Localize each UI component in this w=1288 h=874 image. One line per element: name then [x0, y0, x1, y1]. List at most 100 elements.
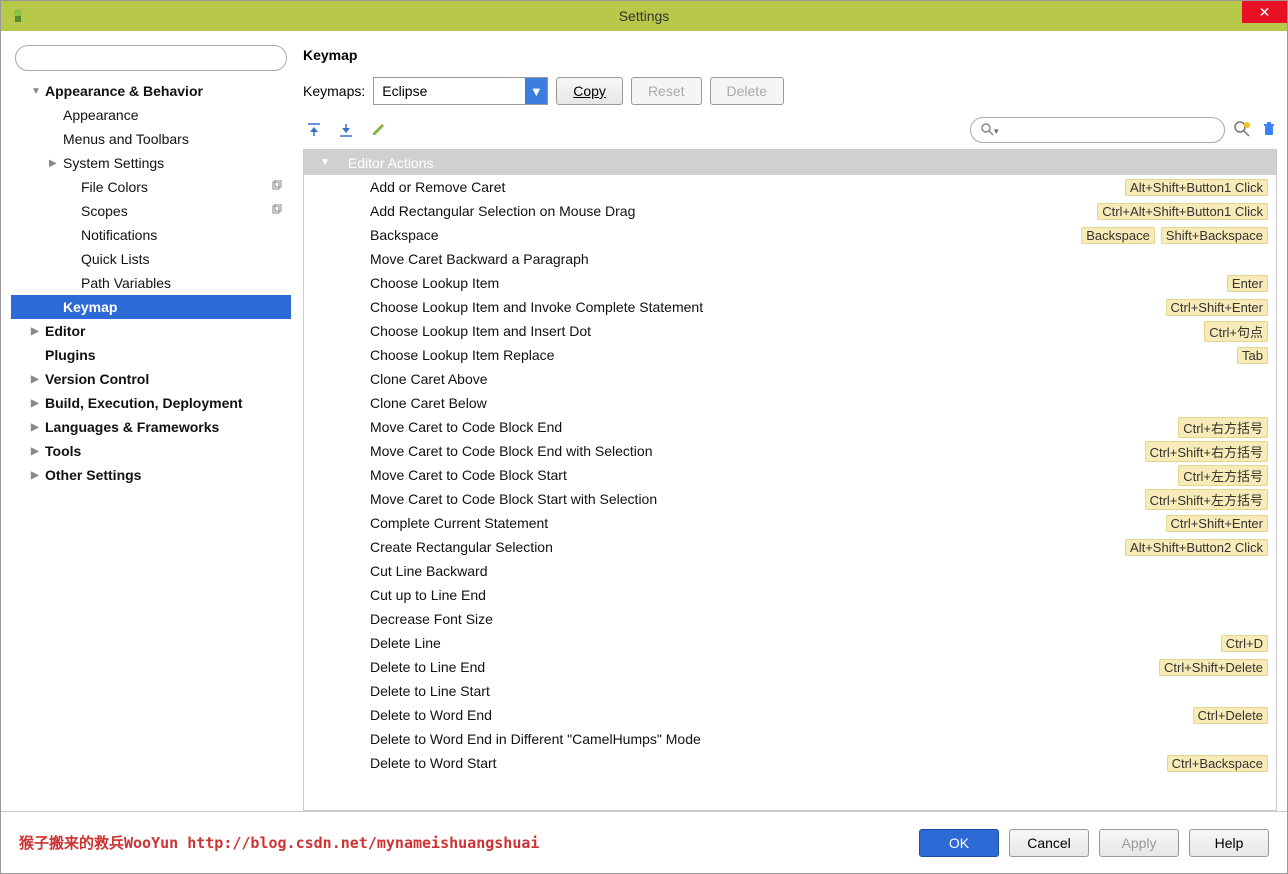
action-label: Delete to Word End: [370, 707, 1193, 723]
collapse-all-icon[interactable]: [337, 121, 355, 139]
action-row[interactable]: Complete Current StatementCtrl+Shift+Ent…: [304, 511, 1276, 535]
shortcut-list: Alt+Shift+Button2 Click: [1125, 539, 1268, 556]
action-row[interactable]: Clone Caret Below: [304, 391, 1276, 415]
settings-tree-panel: ▼Appearance & BehaviorAppearanceMenus an…: [11, 41, 291, 811]
action-row[interactable]: Decrease Font Size: [304, 607, 1276, 631]
shortcut-badge: Tab: [1237, 347, 1268, 364]
sidebar-item[interactable]: Plugins: [11, 343, 291, 367]
action-row[interactable]: Move Caret to Code Block Start with Sele…: [304, 487, 1276, 511]
expand-all-icon[interactable]: [305, 121, 323, 139]
sidebar-item-label: Other Settings: [45, 467, 141, 483]
action-row[interactable]: Delete to Word EndCtrl+Delete: [304, 703, 1276, 727]
shortcut-badge: Backspace: [1081, 227, 1155, 244]
search-icon: [980, 122, 994, 139]
find-by-shortcut-icon[interactable]: [1233, 120, 1251, 141]
project-icon: [271, 204, 283, 219]
action-row[interactable]: Delete to Line EndCtrl+Shift+Delete: [304, 655, 1276, 679]
sidebar-item[interactable]: ▶Other Settings: [11, 463, 291, 487]
sidebar-item[interactable]: Scopes: [11, 199, 291, 223]
shortcut-list: BackspaceShift+Backspace: [1081, 227, 1268, 244]
action-row[interactable]: BackspaceBackspaceShift+Backspace: [304, 223, 1276, 247]
action-label: Backspace: [370, 227, 1081, 243]
action-row[interactable]: Choose Lookup Item ReplaceTab: [304, 343, 1276, 367]
action-label: Delete to Line End: [370, 659, 1159, 675]
action-row[interactable]: Delete to Word End in Different "CamelHu…: [304, 727, 1276, 751]
action-row[interactable]: Delete to Word StartCtrl+Backspace: [304, 751, 1276, 775]
sidebar-item[interactable]: ▶Languages & Frameworks: [11, 415, 291, 439]
close-button[interactable]: ✕: [1242, 1, 1287, 23]
keymap-toolbar: ▾: [303, 117, 1277, 143]
actions-list[interactable]: Add or Remove CaretAlt+Shift+Button1 Cli…: [304, 175, 1276, 810]
chevron-down-icon[interactable]: ▾: [994, 126, 999, 137]
cancel-button[interactable]: Cancel: [1009, 829, 1089, 857]
sidebar-item[interactable]: Keymap: [11, 295, 291, 319]
sidebar-item[interactable]: Notifications: [11, 223, 291, 247]
settings-tree[interactable]: ▼Appearance & BehaviorAppearanceMenus an…: [11, 79, 291, 811]
shortcut-badge: Ctrl+左方括号: [1178, 465, 1268, 486]
action-row[interactable]: Move Caret to Code Block EndCtrl+右方括号: [304, 415, 1276, 439]
shortcut-list: Enter: [1227, 275, 1268, 292]
dialog-footer: 猴子搬来的救兵WooYun http://blog.csdn.net/mynam…: [1, 811, 1287, 873]
action-row[interactable]: Move Caret Backward a Paragraph: [304, 247, 1276, 271]
edit-icon[interactable]: [369, 121, 387, 139]
action-row[interactable]: Cut up to Line End: [304, 583, 1276, 607]
action-row[interactable]: Clone Caret Above: [304, 367, 1276, 391]
shortcut-badge: Enter: [1227, 275, 1268, 292]
apply-button[interactable]: Apply: [1099, 829, 1179, 857]
action-row[interactable]: Delete LineCtrl+D: [304, 631, 1276, 655]
copy-button[interactable]: Copy: [556, 77, 623, 105]
sidebar-item[interactable]: Appearance: [11, 103, 291, 127]
help-button[interactable]: Help: [1189, 829, 1269, 857]
action-row[interactable]: Choose Lookup ItemEnter: [304, 271, 1276, 295]
action-row[interactable]: Add or Remove CaretAlt+Shift+Button1 Cli…: [304, 175, 1276, 199]
shortcut-list: Ctrl+D: [1221, 635, 1268, 652]
shortcut-badge: Ctrl+句点: [1204, 321, 1268, 342]
sidebar-item-label: Appearance & Behavior: [45, 83, 203, 99]
editor-actions-group-header[interactable]: ▼ Editor Actions: [304, 150, 1276, 175]
sidebar-item[interactable]: Menus and Toolbars: [11, 127, 291, 151]
sidebar-item-label: Notifications: [81, 227, 157, 243]
sidebar-item[interactable]: ▼Appearance & Behavior: [11, 79, 291, 103]
trash-icon[interactable]: [1261, 121, 1277, 140]
action-label: Move Caret to Code Block Start: [370, 467, 1178, 483]
keymap-panel: Keymap Keymaps: Eclipse ▼ Copy Reset Del…: [291, 41, 1277, 811]
action-label: Add or Remove Caret: [370, 179, 1125, 195]
keymaps-dropdown-value: Eclipse: [374, 83, 525, 99]
sidebar-item[interactable]: ▶System Settings: [11, 151, 291, 175]
sidebar-item[interactable]: ▶Editor: [11, 319, 291, 343]
reset-button[interactable]: Reset: [631, 77, 702, 105]
action-row[interactable]: Choose Lookup Item and Insert DotCtrl+句点: [304, 319, 1276, 343]
action-label: Choose Lookup Item Replace: [370, 347, 1237, 363]
action-row[interactable]: Delete to Line Start: [304, 679, 1276, 703]
action-row[interactable]: Move Caret to Code Block End with Select…: [304, 439, 1276, 463]
ok-button[interactable]: OK: [919, 829, 999, 857]
settings-search-input[interactable]: [15, 45, 287, 71]
sidebar-item[interactable]: Quick Lists: [11, 247, 291, 271]
expand-icon: ▶: [31, 470, 45, 481]
sidebar-item[interactable]: Path Variables: [11, 271, 291, 295]
project-icon: [271, 180, 283, 195]
shortcut-badge: Ctrl+Alt+Shift+Button1 Click: [1097, 203, 1268, 220]
chevron-down-icon: ▼: [320, 157, 330, 168]
action-row[interactable]: Add Rectangular Selection on Mouse DragC…: [304, 199, 1276, 223]
sidebar-item[interactable]: ▶Build, Execution, Deployment: [11, 391, 291, 415]
sidebar-item[interactable]: ▶Tools: [11, 439, 291, 463]
action-row[interactable]: Cut Line Backward: [304, 559, 1276, 583]
sidebar-item-label: Build, Execution, Deployment: [45, 395, 243, 411]
sidebar-item[interactable]: ▶Version Control: [11, 367, 291, 391]
shortcut-list: Ctrl+Shift+Enter: [1166, 515, 1269, 532]
sidebar-item[interactable]: File Colors: [11, 175, 291, 199]
action-row[interactable]: Choose Lookup Item and Invoke Complete S…: [304, 295, 1276, 319]
action-label: Move Caret Backward a Paragraph: [370, 251, 1268, 267]
titlebar: Settings ✕: [1, 1, 1287, 31]
keymaps-dropdown[interactable]: Eclipse ▼: [373, 77, 548, 105]
sidebar-item-label: Keymap: [63, 299, 117, 315]
action-row[interactable]: Create Rectangular SelectionAlt+Shift+Bu…: [304, 535, 1276, 559]
sidebar-item-label: Editor: [45, 323, 85, 339]
panel-heading: Keymap: [303, 41, 1277, 77]
delete-button[interactable]: Delete: [710, 77, 784, 105]
action-row[interactable]: Move Caret to Code Block StartCtrl+左方括号: [304, 463, 1276, 487]
action-search-input[interactable]: [970, 117, 1225, 143]
action-label: Choose Lookup Item and Insert Dot: [370, 323, 1204, 339]
expand-icon: ▶: [49, 158, 63, 169]
